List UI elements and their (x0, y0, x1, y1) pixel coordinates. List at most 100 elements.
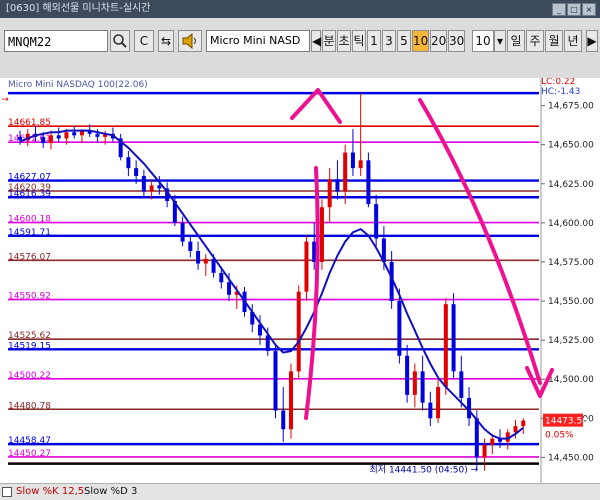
candle-body (374, 204, 379, 239)
candle-body (428, 402, 433, 419)
annotation-arrowhead-up (290, 88, 342, 124)
level-label: 14450.27 (8, 449, 51, 459)
candle-body (227, 282, 232, 295)
period-button[interactable]: 3 (382, 30, 396, 52)
range-button[interactable]: 주 (526, 30, 544, 52)
candle-body (134, 168, 139, 176)
candle-body (188, 241, 193, 252)
level-label: 14591.71 (8, 228, 51, 238)
candle-body (350, 152, 355, 169)
level-label: 14500.22 (8, 371, 51, 381)
range-button[interactable]: 일 (507, 30, 525, 52)
link-icon[interactable]: ⇆ (158, 30, 174, 52)
candle-body (64, 132, 69, 139)
series-label: Micro Mini NASDAQ 100(22.06) (8, 80, 148, 90)
instrument-name: Micro Mini NASD (206, 30, 310, 52)
candlestick-chart: 14661.8514651.6114627.0714620.3914616.39… (0, 77, 594, 483)
symbol-input[interactable]: MNQM22 (4, 30, 108, 52)
candle-body (149, 185, 154, 192)
candle-body (48, 135, 53, 144)
candle-body (420, 371, 425, 403)
range-button[interactable]: 년 (564, 30, 582, 52)
period-button[interactable]: 30 (448, 30, 465, 52)
candle-body (366, 160, 371, 205)
candle-body (335, 179, 340, 192)
chevron-down-icon[interactable]: ▾ (494, 30, 506, 52)
search-icon[interactable] (110, 30, 130, 52)
period-button[interactable]: 틱 (352, 30, 366, 52)
candle-body (196, 251, 201, 264)
moving-average-line (19, 129, 524, 440)
candle-body (56, 135, 61, 139)
y-tick-label: 14,500.00 (548, 375, 594, 385)
speaker-icon[interactable] (178, 30, 202, 52)
window-title: [0630] 해외선물 미니차트-실시간 (6, 3, 151, 14)
next-arrow-icon[interactable]: ▶ (586, 30, 598, 52)
candle-body (474, 418, 479, 458)
change-label: 0.05% (545, 431, 574, 441)
candle-body (459, 371, 464, 398)
y-tick-label: 14,650.00 (548, 141, 594, 151)
candle-body (72, 132, 77, 136)
range-button[interactable]: 월 (545, 30, 563, 52)
annotation-arrow-up (304, 166, 320, 420)
period-button[interactable]: 20 (430, 30, 447, 52)
level-label: 14627.07 (8, 173, 51, 183)
period-button[interactable]: 5 (397, 30, 411, 52)
candle-body (219, 272, 224, 283)
candle-body (157, 185, 162, 189)
indicator-bar: Slow %K 12,5 Slow %D 3 (0, 483, 600, 500)
hc-value: HC:-1.43 (541, 87, 580, 97)
candle-body (397, 301, 402, 356)
candle-body (141, 175, 146, 192)
period-button[interactable]: 1 (367, 30, 381, 52)
candle-body (327, 179, 332, 208)
level-label: 14550.92 (8, 292, 51, 302)
close-icon[interactable]: × (582, 3, 596, 16)
slow-k-label: Slow %K 12,5 (16, 486, 85, 497)
lc-value: LC:0.22 (541, 78, 575, 87)
candle-body (126, 157, 131, 169)
candle-body (482, 444, 487, 458)
candle-body (41, 136, 46, 144)
level-label: 14525.62 (8, 331, 51, 341)
candle-body (296, 291, 301, 372)
minimize-icon[interactable]: _ (552, 3, 566, 16)
candle-body (436, 387, 441, 419)
level-label: 14576.07 (8, 252, 51, 262)
period-button[interactable]: 10 (412, 30, 429, 52)
candle-body (405, 355, 410, 395)
candle-body (18, 136, 22, 141)
maximize-icon[interactable]: □ (567, 3, 581, 16)
candle-body (451, 304, 456, 372)
candle-body (265, 335, 270, 352)
chart-area[interactable]: 14661.8514651.6114627.0714620.3914616.39… (0, 77, 600, 483)
y-tick-label: 14,450.00 (548, 453, 594, 463)
level-label: 14616.39 (8, 189, 51, 199)
indicator-checkbox[interactable] (2, 487, 12, 497)
candle-body (319, 207, 324, 262)
count-select[interactable]: 10 (472, 30, 494, 52)
candle-body (95, 133, 100, 137)
y-tick-label: 14,625.00 (548, 180, 594, 190)
y-tick-label: 14,575.00 (548, 258, 594, 268)
period-button[interactable]: 초 (337, 30, 351, 52)
candle-body (288, 371, 293, 430)
period-button[interactable]: 분 (322, 30, 336, 52)
level-label: 14661.85 (8, 118, 51, 128)
candle-body (513, 426, 518, 433)
current-price-label: 14473.50 (545, 417, 588, 427)
y-tick-label: 14,600.00 (548, 219, 594, 229)
candle-body (281, 410, 286, 430)
y-tick-label: 14,675.00 (548, 102, 594, 112)
title-bar: [0630] 해외선물 미니차트-실시간 _ □ × (0, 0, 600, 18)
prev-arrow-icon[interactable]: ◀ (311, 30, 321, 52)
y-tick-label: 14,525.00 (548, 336, 594, 346)
chart-toolbar: MNQM22 C ⇆ Micro Mini NASD ◀ 분 초 틱 1 3 5 10 20 3… (0, 18, 600, 79)
high-marker: 최고 14682.50 (01:00) → (0, 94, 9, 105)
code-c-icon[interactable]: C (134, 30, 154, 52)
candle-body (180, 222, 185, 242)
candle-body (304, 241, 309, 292)
low-marker: 최저 14441.50 (04:50) → (370, 465, 479, 476)
candle-body (343, 152, 348, 192)
